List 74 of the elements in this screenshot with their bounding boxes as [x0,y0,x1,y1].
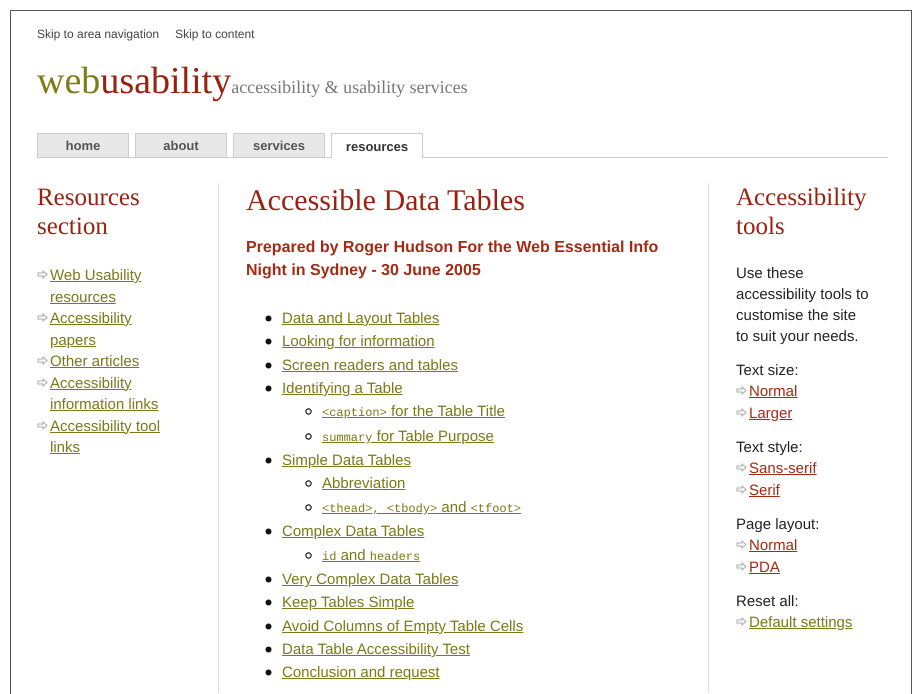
arrow-icon [37,378,48,386]
contents-link[interactable]: Data Table Accessibility Test [282,640,470,658]
contents-link[interactable]: Conclusion and request [282,664,440,682]
arrow-icon [37,313,48,322]
bullet-icon [265,599,272,606]
bullet-icon [305,504,312,511]
contents-link[interactable]: Identifying a Table [282,380,403,397]
sidebar-link[interactable]: Accessibility information links [50,372,178,416]
contents-link[interactable]: Data and Layout Tables [282,310,440,327]
tool-link[interactable]: Larger [749,402,792,424]
sidebar-link[interactable]: Web Usability resources [50,265,178,308]
arrow-icon [736,386,747,395]
tool-group-label: Text size: [736,361,800,381]
arrow-icon [736,562,747,570]
contents-link[interactable]: summary for Table Purpose [322,428,494,445]
bullet-icon [305,408,312,416]
bullet-icon [265,622,272,630]
tool-link[interactable]: Serif [749,480,780,501]
tools-title: Accessibility tools [736,183,868,241]
tools-intro: Use these accessibility tools to customise the site to suit your needs. [736,264,869,347]
bullet-icon [265,457,272,464]
bullet-icon [265,646,272,653]
bullet-icon [265,315,272,322]
contents-link[interactable]: id and headers [322,546,420,564]
contents-link[interactable]: Complex Data Tables [282,523,424,540]
tool-link[interactable]: Default settings [749,612,852,634]
tool-group-label: Reset all: [736,592,800,612]
nav-tab[interactable]: home [37,133,129,157]
bullet-icon [265,384,272,392]
contents-link[interactable]: Very Complex Data Tables [282,571,458,588]
tool-group-label: Text style: [736,438,804,458]
tool-link[interactable]: Normal [749,535,798,556]
sidebar-link[interactable]: Accessibility tool links [50,416,178,458]
sidebar-link[interactable]: Other articles [50,351,140,372]
bullet-icon [305,480,312,488]
bullet-icon [305,552,312,559]
arrow-icon [37,420,48,430]
contents-link[interactable]: Simple Data Tables [282,452,411,470]
contents-link[interactable]: Abbreviation [322,475,406,492]
arrow-icon [736,540,747,549]
page-subtitle: Prepared by Roger Hudson For the Web Essential Info Night in Sydney - 30 June 2005 [246,238,660,281]
nav-tab[interactable]: services [233,133,325,157]
skip-link[interactable]: Skip to content [175,27,254,41]
contents-link[interactable]: Keep Tables Simple [282,594,414,612]
logo-text: web [37,59,100,103]
bullet-icon [265,669,272,676]
arrow-icon [736,463,747,472]
bullet-icon [305,432,312,440]
tool-link[interactable]: Normal [749,381,798,402]
nav-tab[interactable]: about [135,133,227,157]
logo-text: usability [100,59,232,103]
tool-link[interactable]: PDA [749,556,780,578]
contents-link[interactable]: <thead>, <tbody> and <tfoot> [322,498,522,516]
bullet-icon [265,338,272,346]
arrow-icon [736,617,747,626]
bullet-icon [265,576,272,584]
bullet-icon [265,362,272,369]
arrow-icon [37,270,48,279]
contents-link[interactable]: <caption> for the Table Title [322,403,505,420]
nav-tab[interactable]: resources [331,133,423,158]
tagline: accessibility & usability services [231,77,468,97]
bullet-icon [265,528,272,536]
skip-link[interactable]: Skip to area navigation [37,27,160,41]
contents-link[interactable]: Screen readers and tables [282,356,458,374]
tool-link[interactable]: Sans-serif [749,458,817,480]
sidebar-title: Resources section [37,183,141,241]
arrow-icon [736,484,747,494]
contents-link[interactable]: Looking for information [282,333,435,350]
arrow-icon [736,408,747,416]
contents-link[interactable]: Avoid Columns of Empty Table Cells [282,618,524,635]
page-title: Accessible Data Tables [246,183,526,219]
sidebar-link[interactable]: Accessibility papers [50,308,178,351]
arrow-icon [37,356,48,365]
tool-group-label: Page layout: [736,515,820,535]
